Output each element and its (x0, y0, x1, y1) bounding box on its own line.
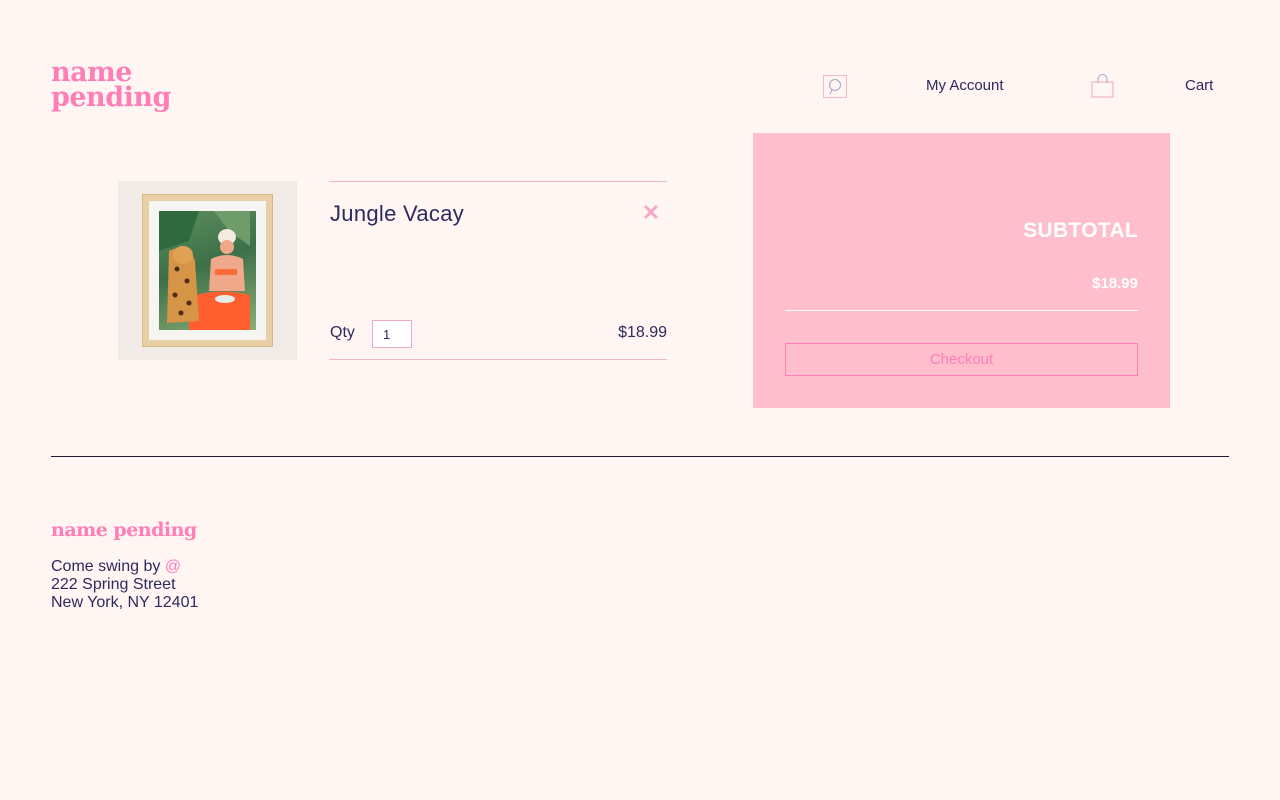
cart-item-price: $18.99 (618, 324, 667, 341)
footer-logo[interactable]: name pending (51, 519, 197, 541)
artwork (159, 211, 256, 330)
brand-logo[interactable]: name pending (51, 59, 171, 113)
footer-street: 222 Spring Street (51, 576, 176, 593)
footer-address: Come swing by @ 222 Spring Street New Yo… (51, 558, 198, 612)
qty-label: Qty (330, 324, 355, 341)
frame (142, 194, 273, 347)
cart-link[interactable]: Cart (1185, 77, 1213, 94)
qty-input[interactable] (372, 320, 412, 348)
logo-line-2: pending (51, 82, 171, 113)
footer-divider (51, 456, 1229, 457)
search-button[interactable] (823, 75, 847, 98)
shopping-bag-icon (1091, 74, 1114, 98)
frame-mat (149, 201, 266, 340)
product-image[interactable] (118, 181, 297, 360)
order-summary: SUBTOTAL $18.99 Checkout (753, 133, 1170, 408)
footer-line-1: Come swing by @ (51, 558, 198, 576)
subtotal-label: SUBTOTAL (1023, 219, 1138, 242)
search-icon (829, 79, 841, 95)
checkout-button[interactable]: Checkout (785, 343, 1138, 376)
item-divider-bottom (329, 359, 667, 360)
close-icon: ✕ (641, 200, 661, 225)
footer-at-link[interactable]: @ (165, 558, 181, 575)
remove-item-button[interactable]: ✕ (641, 200, 661, 225)
summary-divider (785, 310, 1138, 311)
item-divider-top (329, 181, 667, 182)
my-account-link[interactable]: My Account (926, 77, 1004, 94)
artwork-illustration (159, 211, 250, 330)
footer-visit-text: Come swing by (51, 558, 165, 575)
cart-item-name[interactable]: Jungle Vacay (330, 201, 464, 227)
subtotal-value: $18.99 (1092, 275, 1138, 292)
footer-city: New York, NY 12401 (51, 594, 199, 611)
shopping-bag-button[interactable] (1091, 74, 1114, 98)
